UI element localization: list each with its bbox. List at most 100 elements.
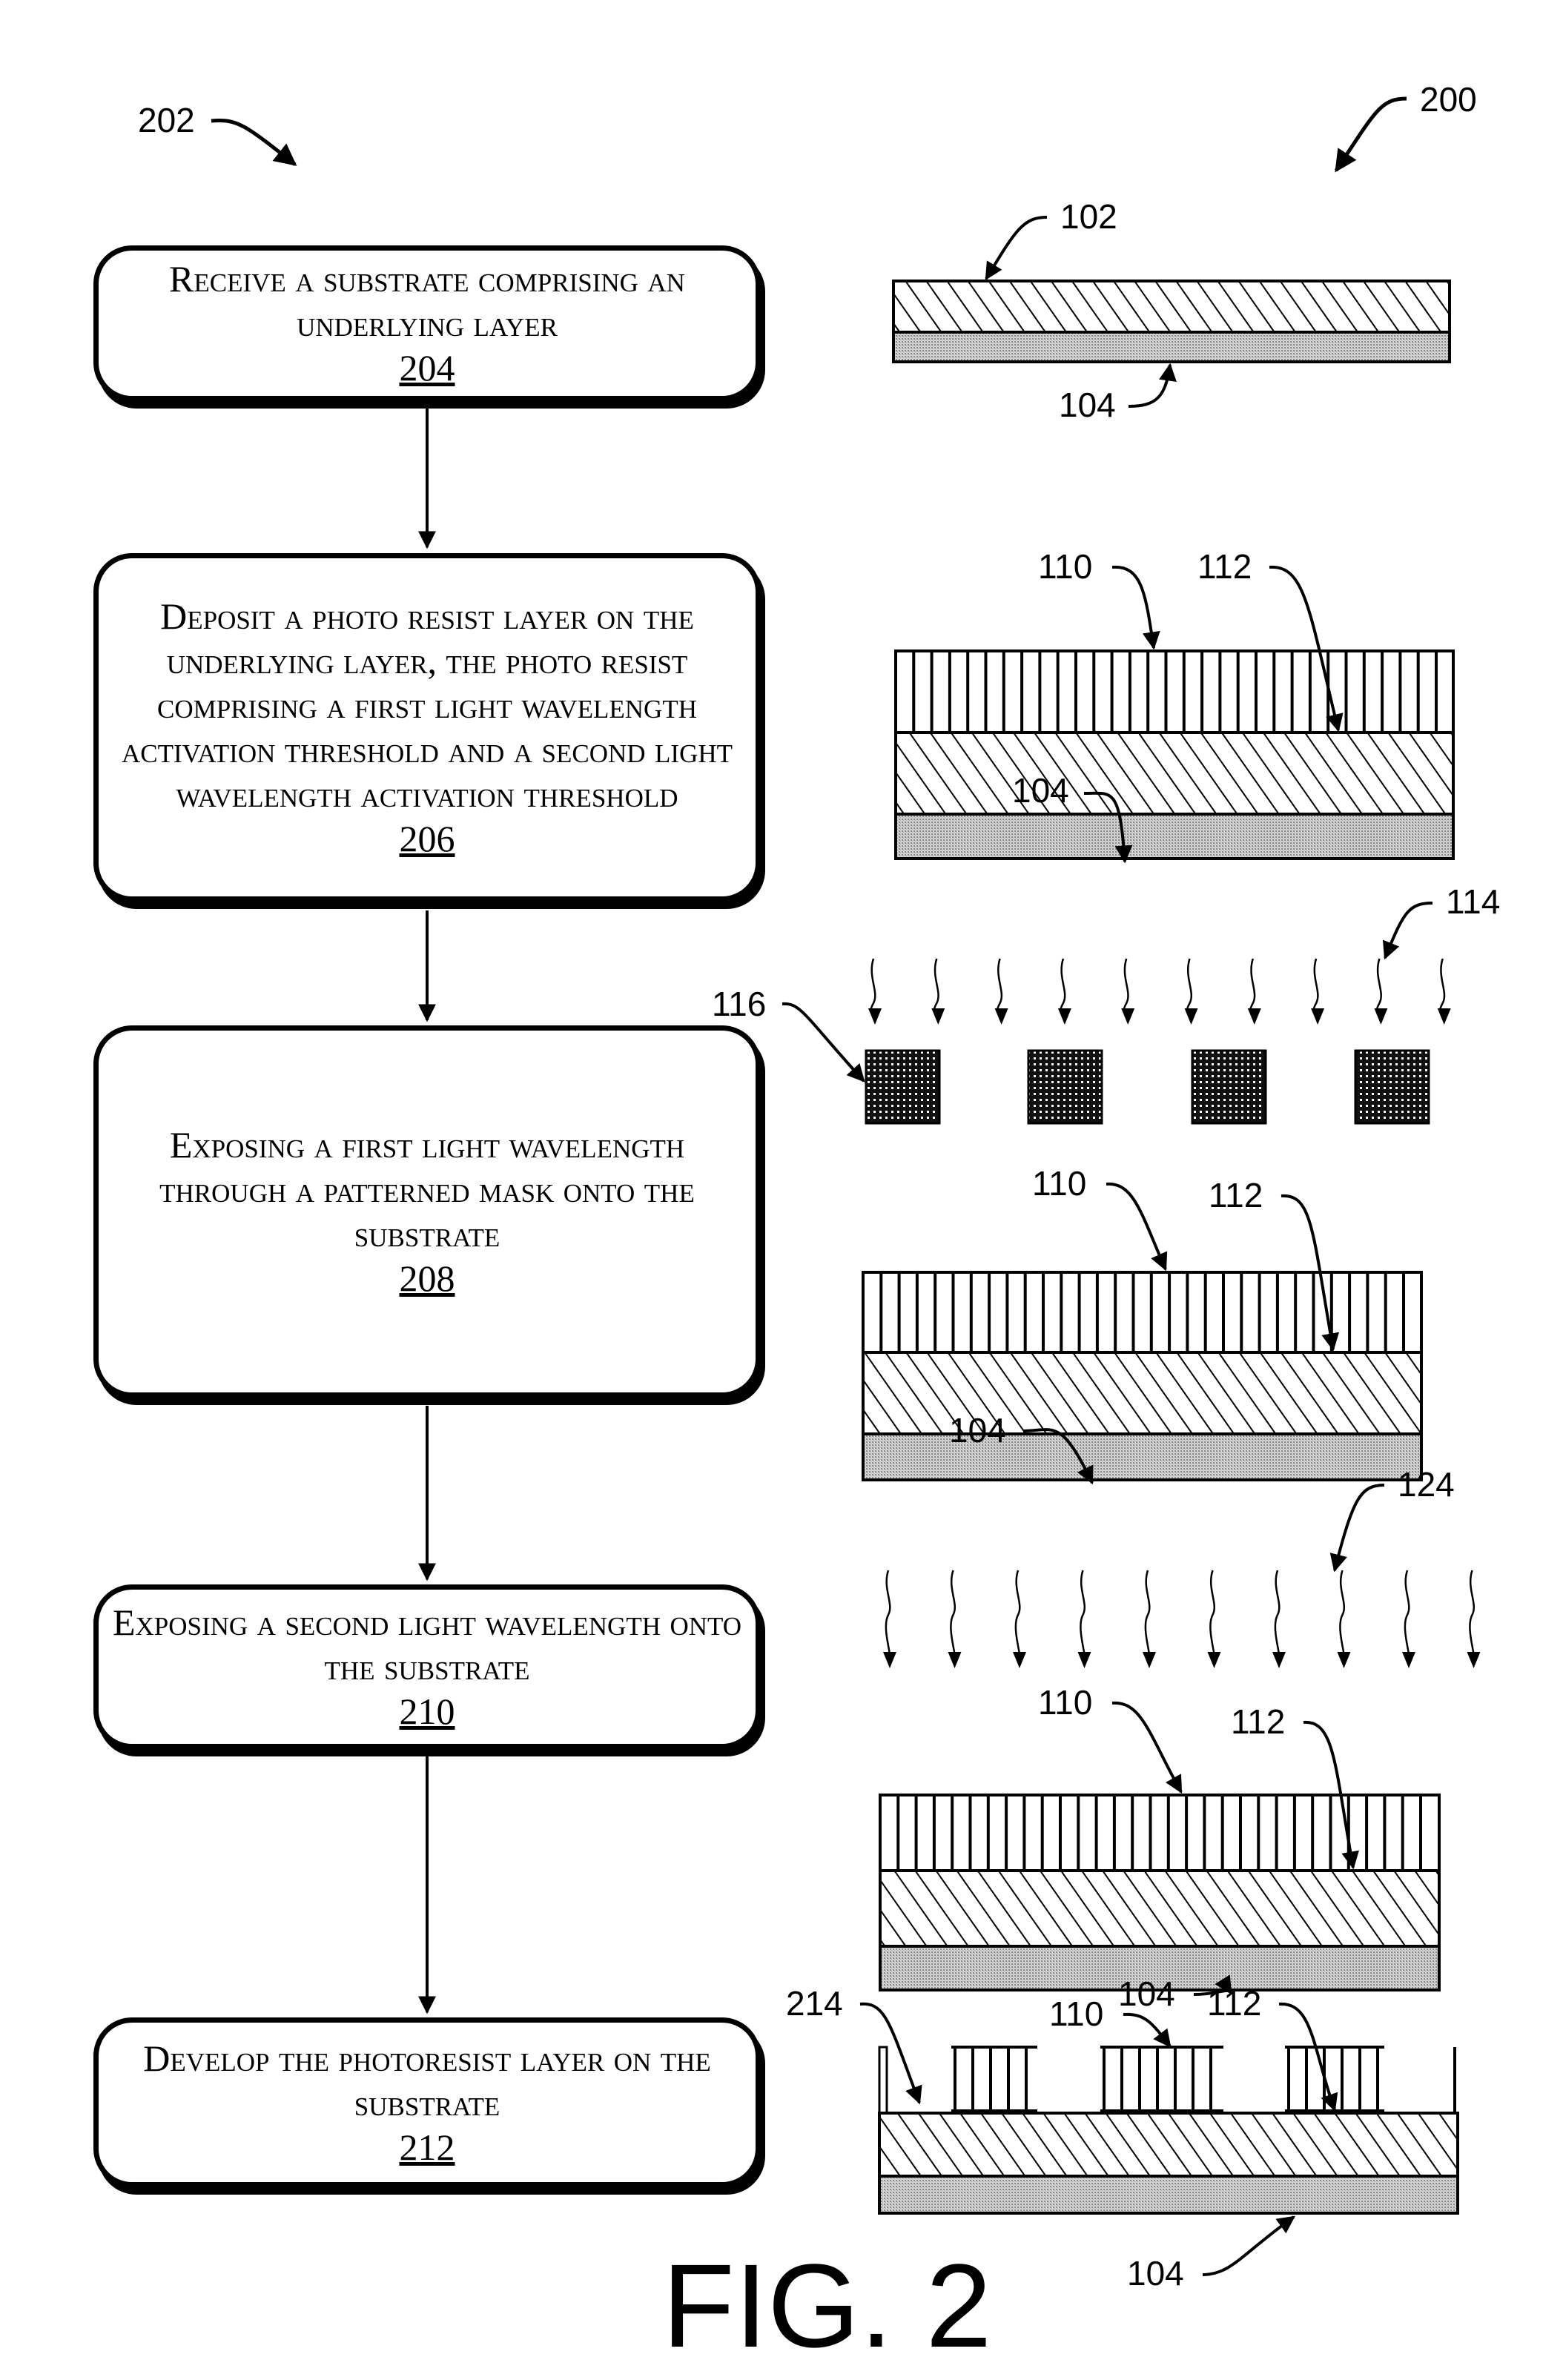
substrate-104 — [878, 2175, 1459, 2215]
light-ray-arrowhead — [868, 1008, 882, 1025]
arrow-114 — [1382, 902, 1433, 960]
light-ray-arrowhead — [1402, 1652, 1415, 1668]
label-110: 110 — [1032, 1164, 1086, 1203]
resist-110 — [862, 1271, 1423, 1354]
light-ray-arrowhead — [1247, 1008, 1261, 1025]
layer-102 — [892, 280, 1451, 334]
arrow-124 — [1329, 1484, 1385, 1573]
light-ray — [870, 958, 876, 1012]
light-ray-arrowhead — [1184, 1008, 1198, 1025]
light-ray-arrowhead — [1057, 1008, 1071, 1025]
label-104: 104 — [949, 1411, 1006, 1450]
light-ray — [1376, 958, 1382, 1012]
stage-1-cross-section: 102 104 — [892, 197, 1451, 424]
light-ray — [1060, 958, 1066, 1012]
step-ref-number: 210 — [399, 1690, 455, 1732]
light-ray-arrowhead — [1077, 1652, 1091, 1668]
step-ref-number: 208 — [399, 1257, 455, 1299]
light-rays-first-wavelength — [868, 958, 1451, 1025]
step-ref-number: 212 — [399, 2126, 455, 2168]
light-ray-arrowhead — [1467, 1652, 1481, 1668]
resist-110 — [894, 649, 1455, 734]
step-ref-number: 204 — [399, 347, 455, 389]
light-ray — [1249, 958, 1256, 1012]
label-110: 110 — [1038, 547, 1092, 586]
light-ray-arrowhead — [994, 1008, 1008, 1025]
arrow-110 — [1106, 1182, 1168, 1272]
arrow-104 — [1202, 2215, 1295, 2276]
arrow-110 — [1111, 565, 1160, 650]
light-ray — [885, 1570, 891, 1656]
light-ray — [1404, 1570, 1410, 1656]
step-text: Deposit a photo resist layer on the unde… — [121, 595, 733, 815]
light-ray-arrowhead — [1374, 1008, 1388, 1025]
method-ref-arrow — [211, 118, 297, 166]
label-102: 102 — [1060, 197, 1117, 236]
light-rays-second-wavelength — [883, 1570, 1481, 1668]
light-ray — [1274, 1570, 1281, 1656]
mask-block — [1027, 1049, 1103, 1125]
label-124: 124 — [1398, 1465, 1455, 1504]
label-112: 112 — [1231, 1702, 1285, 1741]
light-ray-arrowhead — [1143, 1652, 1156, 1668]
label-110: 110 — [1038, 1683, 1092, 1722]
resist-pillar — [878, 2046, 888, 2115]
label-104: 104 — [1059, 386, 1116, 424]
mask-block — [1191, 1049, 1267, 1125]
patterned-mask — [865, 1049, 1430, 1125]
light-ray — [1439, 958, 1446, 1012]
arrow-116 — [782, 1002, 865, 1082]
step-box-206: Deposit a photo resist layer on the unde… — [93, 553, 761, 902]
layer-112 — [878, 2112, 1459, 2178]
mask-block — [1354, 1049, 1430, 1125]
light-ray — [1186, 958, 1193, 1012]
light-ray-arrowhead — [1121, 1008, 1135, 1025]
light-ray-arrowhead — [1311, 1008, 1325, 1025]
label-214: 214 — [786, 1984, 843, 2023]
layer-112 — [894, 731, 1455, 816]
method-ref-label: 202 — [138, 101, 195, 139]
light-ray — [1312, 958, 1319, 1012]
step-text: Develop the photoresist layer on the sub… — [143, 2037, 711, 2123]
step-text: Exposing a first light wavelength throug… — [159, 1124, 695, 1255]
light-ray — [997, 958, 1003, 1012]
step-box-208: Exposing a first light wavelength throug… — [93, 1025, 761, 1398]
light-ray — [1080, 1570, 1086, 1656]
label-114: 114 — [1446, 882, 1500, 921]
label-104: 104 — [1127, 2254, 1184, 2293]
label-110: 110 — [1049, 1994, 1103, 2033]
light-ray-arrowhead — [931, 1008, 945, 1025]
arrow-104 — [1128, 363, 1177, 408]
light-ray — [933, 958, 939, 1012]
light-ray — [1209, 1570, 1216, 1656]
step-ref-number: 206 — [399, 818, 455, 859]
mask-block — [865, 1049, 941, 1125]
substrate-104 — [892, 331, 1451, 363]
arrow-102 — [985, 216, 1048, 281]
light-ray-arrowhead — [883, 1652, 896, 1668]
light-ray — [1469, 1570, 1476, 1656]
light-ray-arrowhead — [1207, 1652, 1221, 1668]
substrate-104 — [862, 1432, 1423, 1481]
arrow-110 — [1123, 2012, 1172, 2048]
step-box-212: Develop the photoresist layer on the sub… — [93, 2017, 761, 2187]
light-ray — [1123, 958, 1129, 1012]
resist-110 — [879, 1794, 1441, 1872]
apparatus-ref-arrow — [1334, 96, 1407, 173]
arrow-110 — [1111, 1701, 1183, 1794]
step-box-210: Exposing a second light wavelength onto … — [93, 1584, 761, 1749]
arrow-214 — [859, 2002, 922, 2105]
layer-112 — [879, 1869, 1441, 1948]
step-text: Exposing a second light wavelength onto … — [112, 1601, 742, 1688]
light-ray-arrowhead — [1272, 1652, 1286, 1668]
light-ray — [1339, 1570, 1346, 1656]
light-ray-arrowhead — [1337, 1652, 1351, 1668]
developed-resist-pillars — [878, 2046, 1456, 2115]
label-104: 104 — [1118, 1974, 1175, 2013]
light-ray — [950, 1570, 956, 1656]
figure-title: FIG. 2 — [662, 2239, 992, 2372]
label-112: 112 — [1209, 1176, 1263, 1214]
substrate-104 — [894, 813, 1455, 860]
light-ray — [1144, 1570, 1151, 1656]
label-112: 112 — [1197, 547, 1252, 586]
